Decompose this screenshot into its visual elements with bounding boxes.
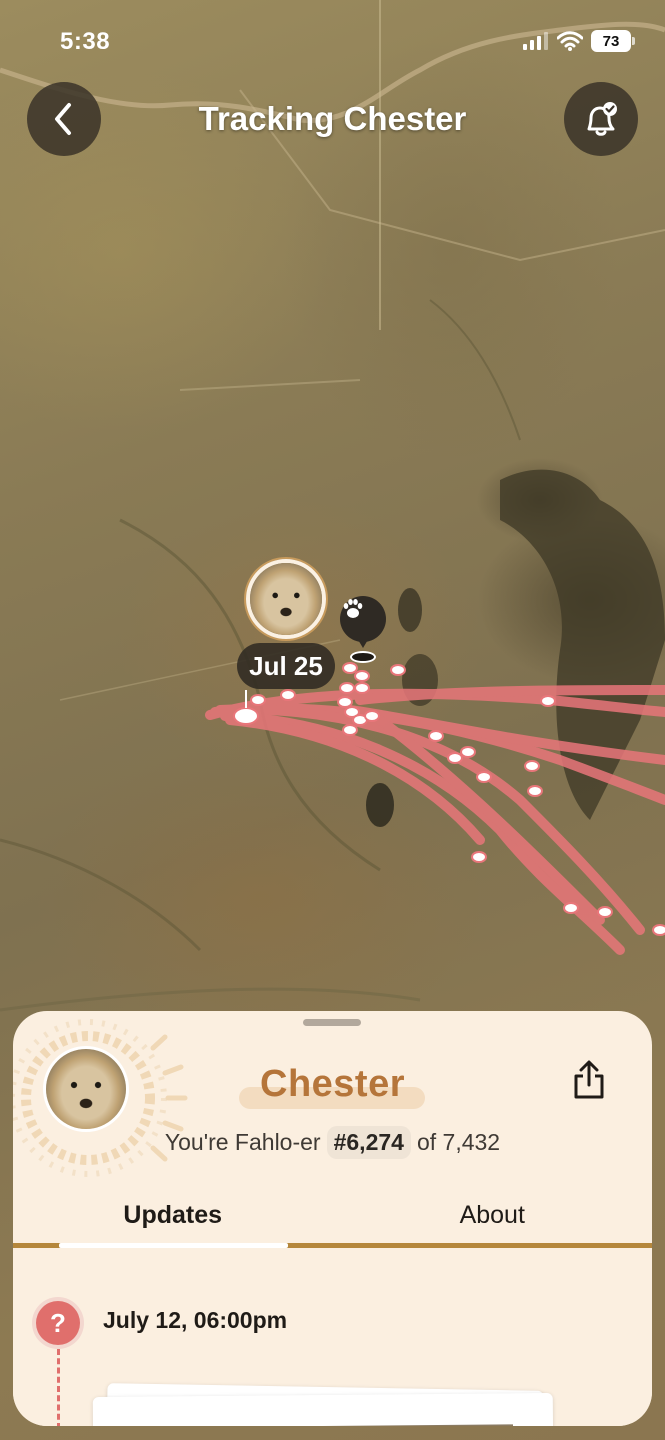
tab-about[interactable]: About <box>333 1189 653 1249</box>
fahlo-rank: You're Fahlo-er #6,274 of 7,432 <box>13 1126 652 1159</box>
rank-number: #6,274 <box>326 1126 411 1159</box>
paw-icon <box>343 599 363 618</box>
notifications-button[interactable] <box>564 82 638 156</box>
update-photo <box>133 1424 514 1426</box>
latest-date-label: Jul 25 <box>237 643 335 689</box>
status-icons: 73 <box>523 30 635 52</box>
update-timestamp: July 12, 06:00pm <box>103 1307 288 1333</box>
share-button[interactable] <box>569 1059 609 1101</box>
tab-updates[interactable]: Updates <box>13 1189 333 1249</box>
status-time: 5:38 <box>60 28 111 55</box>
paw-location-pin[interactable] <box>340 596 386 648</box>
cellular-signal-icon <box>523 32 548 50</box>
update-card-stack[interactable] <box>92 1383 563 1426</box>
bell-check-icon <box>587 102 617 136</box>
cheetah-photo <box>250 563 322 635</box>
animal-bottom-sheet[interactable]: Chester You're Fahlo-er #6,274 of 7,432 … <box>13 1011 652 1426</box>
battery-icon: 73 <box>591 30 635 52</box>
rank-prefix: You're Fahlo-er <box>164 1129 321 1155</box>
sheet-drag-handle[interactable] <box>303 1019 361 1026</box>
wifi-icon <box>557 31 583 51</box>
timeline-line <box>57 1349 60 1426</box>
pin-shadow <box>350 651 376 663</box>
update-question-icon: ? <box>36 1301 80 1345</box>
tab-bar: Updates About <box>13 1189 652 1249</box>
animal-name: Chester <box>260 1063 405 1105</box>
animal-avatar-marker[interactable] <box>246 559 326 639</box>
rank-total: of 7,432 <box>416 1129 501 1155</box>
share-icon <box>574 1060 604 1099</box>
update-card-front[interactable] <box>92 1392 554 1426</box>
